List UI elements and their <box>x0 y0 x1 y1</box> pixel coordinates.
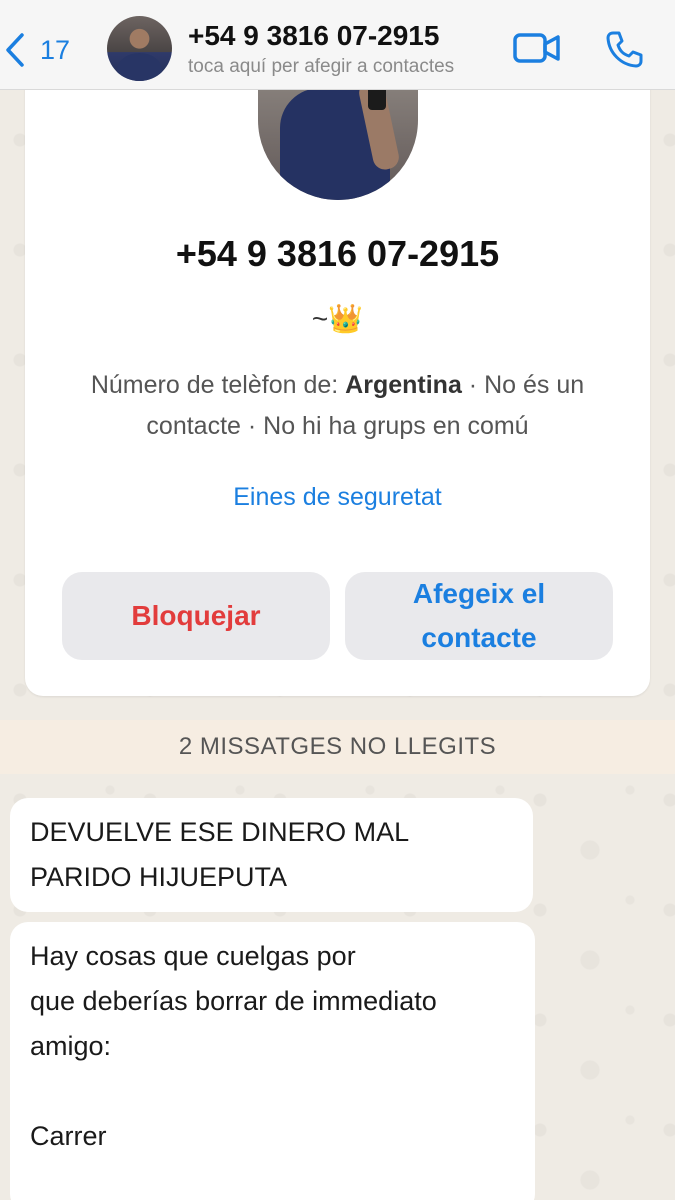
contact-subtitle[interactable]: toca aquí per afegir a contactes <box>188 56 498 78</box>
add-contact-button[interactable]: Afegeix el contacte <box>345 572 613 660</box>
back-button[interactable]: 17 <box>0 28 80 72</box>
block-button[interactable]: Bloquejar <box>62 572 330 660</box>
message-line: amigo: <box>30 1031 112 1061</box>
chat-header: 17 +54 9 3816 07-2915 toca aquí per afeg… <box>0 0 675 90</box>
contact-name[interactable]: +54 9 3816 07-2915 <box>188 20 439 52</box>
message-line: que deberías borrar de immediato <box>30 986 437 1016</box>
message-line: PARIDO HIJUEPUTA <box>30 862 288 892</box>
phone-icon <box>606 31 643 68</box>
unread-messages-divider: 2 MISSATGES NO LLEGITS <box>0 720 675 774</box>
video-camera-icon <box>513 33 560 63</box>
chevron-left-icon <box>6 33 24 67</box>
contact-info-text: Número de telèfon de: Argentina · No és … <box>45 365 630 447</box>
avatar[interactable] <box>107 16 172 81</box>
video-call-button[interactable] <box>512 30 562 71</box>
safety-tools-link[interactable]: Eines de seguretat <box>25 483 650 512</box>
message-bubble[interactable]: DEVUELVE ESE DINERO MAL PARIDO HIJUEPUTA <box>10 798 533 912</box>
message-line: Carrer <box>30 1121 107 1151</box>
contact-info-card: +54 9 3816 07-2915 ~👑 Número de telèfon … <box>25 70 650 696</box>
message-bubble[interactable]: Hay cosas que cuelgas por que deberías b… <box>10 922 535 1200</box>
unread-chats-count: 17 <box>40 34 71 65</box>
contact-phone-number: +54 9 3816 07-2915 <box>175 233 500 274</box>
contact-about-status: ~👑 <box>311 303 364 334</box>
info-prefix: Número de telèfon de: <box>90 371 346 399</box>
info-country: Argentina <box>345 371 462 399</box>
voice-call-button[interactable] <box>604 29 644 74</box>
message-line: DEVUELVE ESE DINERO MAL <box>30 817 410 847</box>
message-line: Hay cosas que cuelgas por <box>30 941 356 971</box>
